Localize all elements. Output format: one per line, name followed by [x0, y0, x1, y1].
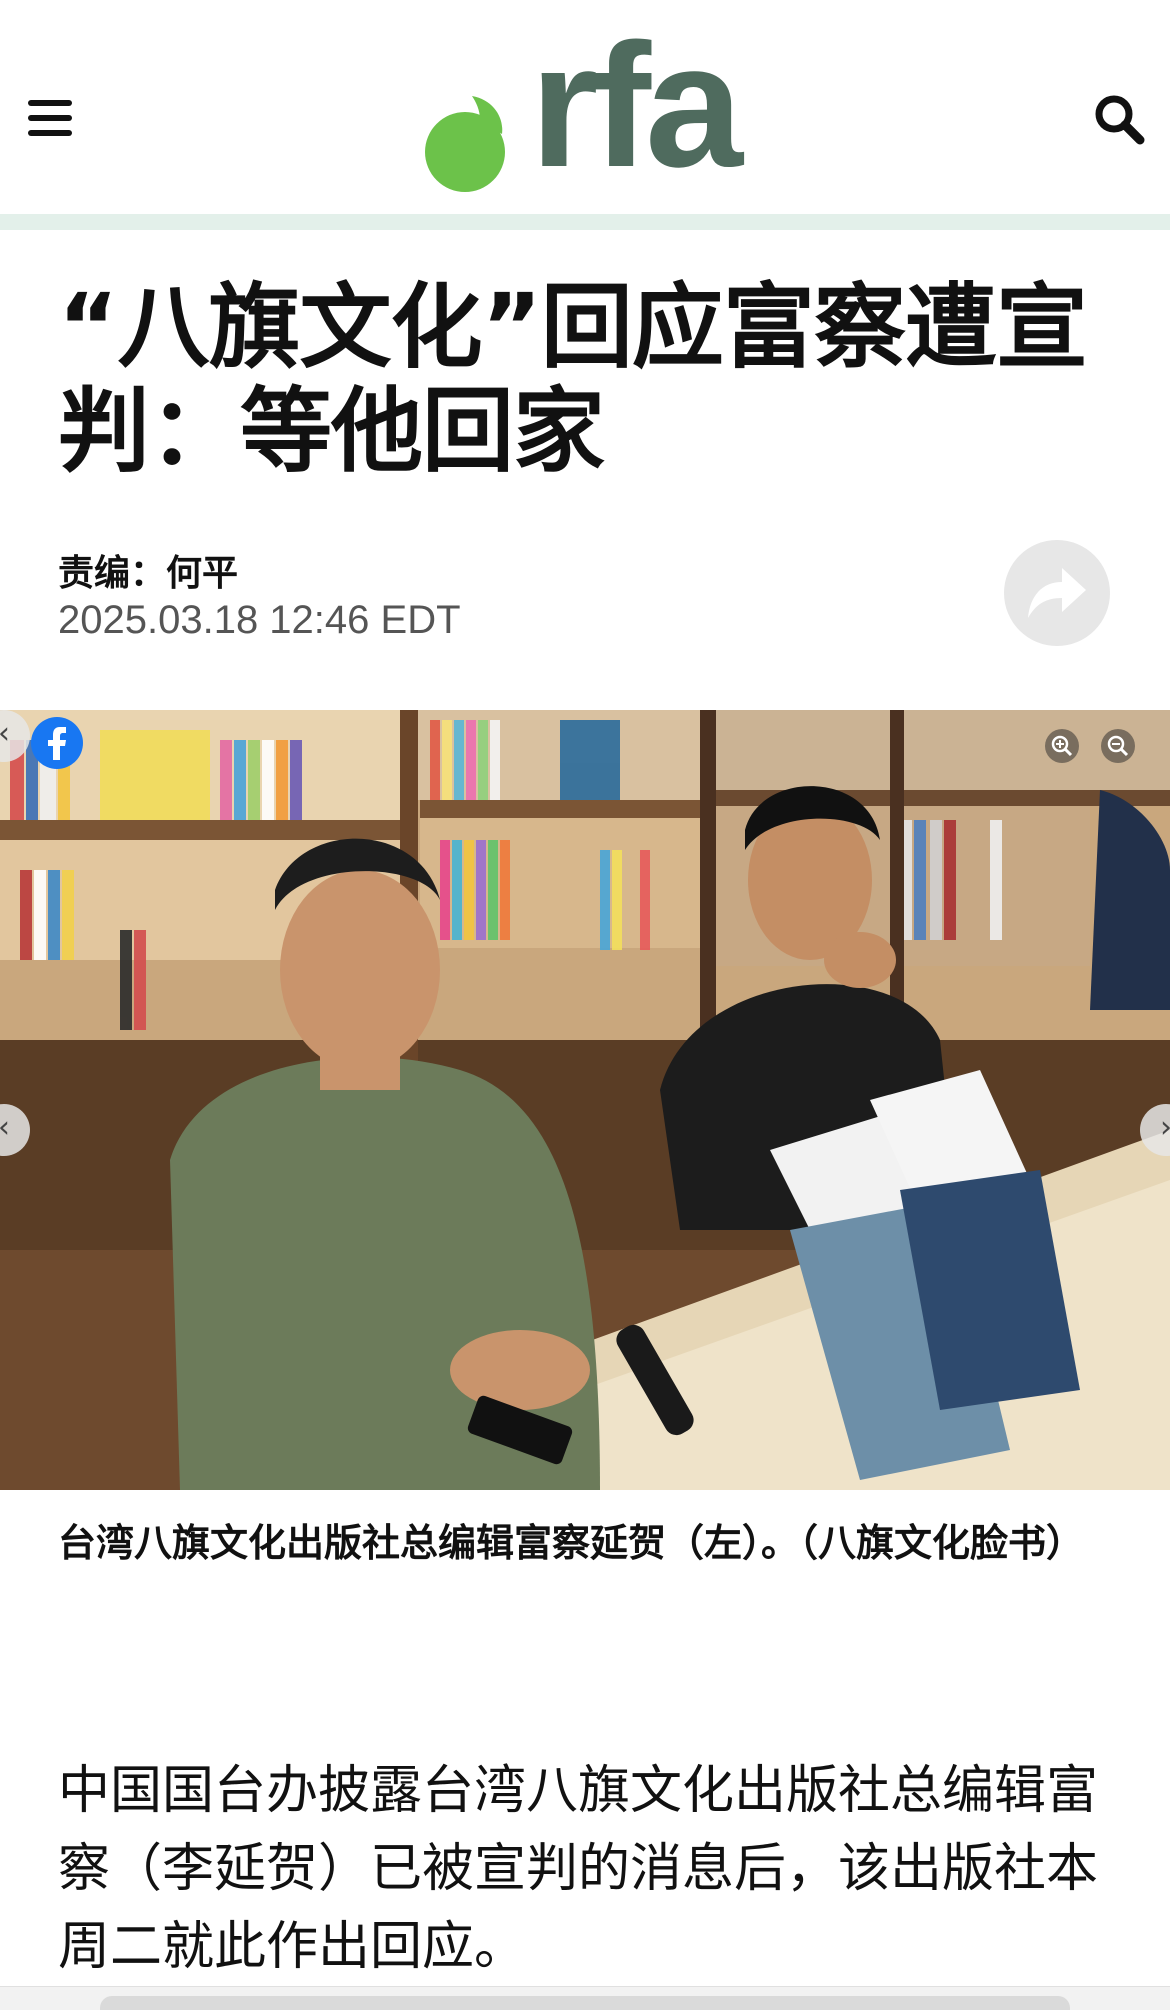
- photo-caption: 台湾八旗文化出版社总编辑富察延贺（左）。（八旗文化脸书）: [58, 1521, 1085, 1565]
- zoom-out-icon[interactable]: [1100, 728, 1136, 764]
- article-title: “八旗文化”回应富察遭宣判：等他回家: [58, 274, 1088, 485]
- bottom-handle: [100, 1996, 1070, 2010]
- facebook-icon[interactable]: [30, 716, 84, 770]
- logo-dot-icon: [425, 96, 505, 192]
- share-button[interactable]: [1004, 540, 1110, 646]
- rfa-logo[interactable]: rfa: [420, 18, 750, 196]
- logo-wordmark: rfa: [530, 8, 743, 204]
- hamburger-menu-icon[interactable]: [28, 100, 72, 140]
- article-paragraph: 中国国台办披露台湾八旗文化出版社总编辑富察（李延贺）已被宣判的消息后，该出版社本…: [58, 1761, 1099, 1977]
- share-arrow-icon: [1028, 568, 1086, 618]
- zoom-in-icon[interactable]: [1044, 728, 1080, 764]
- site-header: rfa: [0, 0, 1170, 214]
- article-date: 2025.03.18 12:46 EDT: [58, 598, 461, 642]
- header-divider: [0, 214, 1170, 230]
- article-editor: 责编：何平: [58, 553, 239, 594]
- bookstore-photo-image: [0, 710, 1170, 1490]
- article-photo: ‹ ‹ ›: [0, 710, 1170, 1490]
- search-icon[interactable]: [1092, 92, 1148, 148]
